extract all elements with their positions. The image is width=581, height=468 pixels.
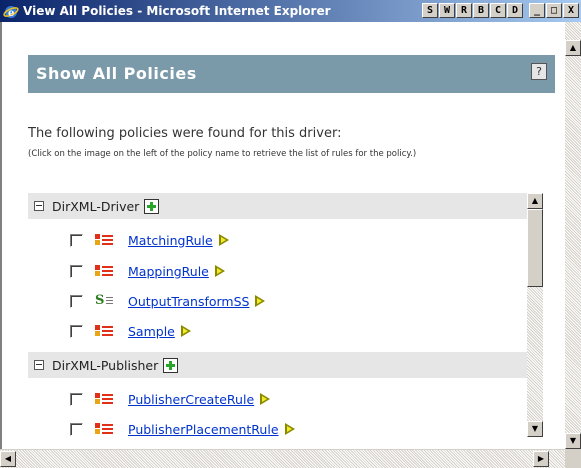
- tree-scroll-thumb[interactable]: [527, 209, 543, 287]
- add-policy-icon[interactable]: [163, 357, 179, 373]
- policy-row: Sample: [28, 318, 528, 344]
- group-row-dirxml-driver: DirXML-Driver: [28, 193, 528, 219]
- policy-row: PublisherCreateRule: [28, 386, 528, 412]
- go-arrow-icon[interactable]: [218, 234, 232, 246]
- rule-policy-icon[interactable]: [95, 233, 115, 247]
- internet-explorer-icon: e: [3, 3, 19, 19]
- rule-policy-icon[interactable]: [95, 422, 115, 436]
- toolbar-button-b[interactable]: B: [473, 3, 489, 18]
- go-arrow-icon[interactable]: [284, 423, 298, 435]
- scroll-left-icon[interactable]: ◀: [0, 451, 16, 467]
- rule-policy-icon[interactable]: [95, 324, 115, 338]
- page-vertical-scrollbar[interactable]: ▲ ▼: [565, 22, 581, 449]
- group-label: DirXML-Driver: [52, 198, 140, 214]
- go-arrow-icon[interactable]: [255, 295, 268, 307]
- toolbar-button-w[interactable]: W: [439, 3, 455, 18]
- scroll-right-icon[interactable]: ▶: [533, 451, 549, 467]
- add-policy-icon[interactable]: [144, 198, 160, 214]
- scroll-up-icon[interactable]: ▲: [565, 40, 581, 56]
- policy-link[interactable]: OutputTransformSS: [128, 294, 249, 309]
- rule-policy-icon[interactable]: [95, 264, 115, 278]
- minimize-button[interactable]: _: [529, 3, 545, 18]
- policy-link[interactable]: MatchingRule: [128, 233, 213, 248]
- scroll-down-icon[interactable]: ▼: [565, 433, 581, 449]
- policy-checkbox[interactable]: [70, 233, 83, 247]
- stylesheet-policy-icon[interactable]: S: [95, 294, 115, 308]
- go-arrow-icon[interactable]: [260, 393, 273, 405]
- collapse-icon[interactable]: [34, 360, 44, 370]
- go-arrow-icon[interactable]: [214, 265, 228, 277]
- rule-policy-icon[interactable]: [95, 392, 115, 406]
- go-arrow-icon[interactable]: [180, 325, 194, 337]
- toolbar-button-s[interactable]: S: [422, 3, 438, 18]
- policy-checkbox[interactable]: [70, 264, 83, 278]
- policy-checkbox[interactable]: [70, 422, 83, 436]
- tree-scrollbar[interactable]: ▲ ▼: [527, 193, 543, 437]
- page-header: Show All Policies ?: [28, 55, 555, 93]
- page-horizontal-scrollbar[interactable]: ◀ ▶: [0, 449, 565, 468]
- policy-link[interactable]: MappingRule: [128, 264, 209, 279]
- toolbar-button-c[interactable]: C: [490, 3, 506, 18]
- policy-row: PublisherPlacementRule: [28, 416, 528, 437]
- help-icon[interactable]: ?: [531, 63, 547, 80]
- policy-checkbox[interactable]: [70, 324, 83, 338]
- intro-text: The following policies were found for th…: [28, 126, 342, 141]
- policy-link[interactable]: PublisherPlacementRule: [128, 422, 279, 437]
- policy-tree: DirXML-Driver MatchingRule MappingRule S…: [28, 193, 543, 437]
- policy-checkbox[interactable]: [70, 294, 83, 308]
- window-title: View All Policies - Microsoft Internet E…: [23, 4, 331, 18]
- policy-row: S OutputTransformSS: [28, 288, 528, 314]
- policy-row: MappingRule: [28, 258, 528, 284]
- group-row-dirxml-publisher: DirXML-Publisher: [28, 352, 528, 378]
- policy-row: MatchingRule: [28, 227, 528, 253]
- window-titlebar[interactable]: e View All Policies - Microsoft Internet…: [0, 0, 581, 22]
- collapse-icon[interactable]: [34, 201, 44, 211]
- close-button[interactable]: X: [563, 3, 579, 18]
- policy-checkbox[interactable]: [70, 392, 83, 406]
- scroll-up-icon[interactable]: ▲: [527, 193, 543, 209]
- group-label: DirXML-Publisher: [52, 357, 159, 373]
- svg-text:e: e: [8, 8, 14, 19]
- maximize-button[interactable]: □: [546, 3, 562, 18]
- page-title: Show All Policies: [36, 64, 197, 83]
- policy-link[interactable]: Sample: [128, 324, 175, 339]
- toolbar-button-d[interactable]: D: [507, 3, 523, 18]
- scrollbar-corner: [565, 449, 581, 468]
- instruction-note: (Click on the image on the left of the p…: [28, 149, 417, 159]
- toolbar-button-r[interactable]: R: [456, 3, 472, 18]
- policy-link[interactable]: PublisherCreateRule: [128, 392, 254, 407]
- scroll-down-icon[interactable]: ▼: [527, 421, 543, 437]
